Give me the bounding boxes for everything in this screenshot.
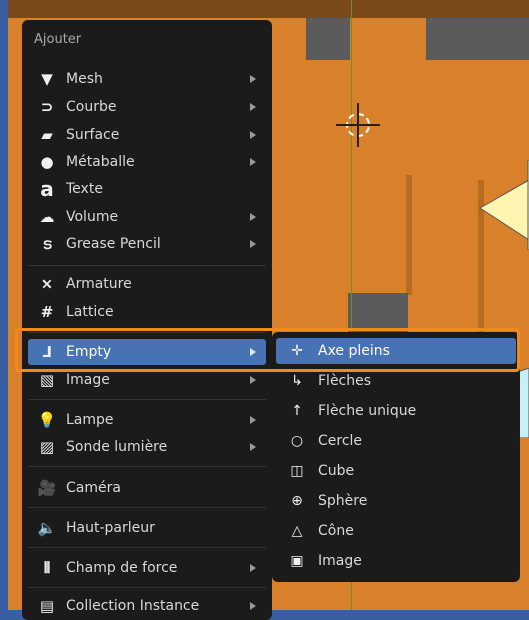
menu-item-label: Image bbox=[66, 372, 110, 388]
menu-item-label: Collection Instance bbox=[66, 598, 200, 614]
annotation-highlight-box bbox=[15, 328, 520, 372]
menu-item-label: Armature bbox=[66, 276, 132, 292]
menu-separator bbox=[28, 507, 266, 508]
submenu-item-sphere[interactable]: ⊕ Sphère bbox=[276, 488, 516, 514]
menu-item-light[interactable]: 💡 Lampe bbox=[28, 407, 266, 433]
arrows-icon: ↳ bbox=[291, 373, 303, 389]
menu-item-volume[interactable]: ☁ Volume bbox=[28, 204, 266, 230]
annotation-callout-yellow bbox=[479, 160, 529, 250]
submenu-arrow-icon bbox=[250, 75, 256, 83]
menu-separator bbox=[28, 466, 266, 467]
volume-icon: ☁ bbox=[39, 208, 55, 226]
submenu-item-label: Image bbox=[318, 553, 362, 569]
mesh-icon: ▼ bbox=[41, 70, 53, 88]
armature-icon: 🞫 bbox=[42, 275, 52, 293]
submenu-item-cone[interactable]: △ Cône bbox=[276, 518, 516, 544]
camera-icon: 🎥 bbox=[37, 479, 57, 497]
menu-item-label: Grease Pencil bbox=[66, 236, 161, 252]
menu-separator bbox=[28, 399, 266, 400]
lattice-icon: # bbox=[40, 303, 54, 321]
menu-separator bbox=[28, 587, 266, 588]
grease-pencil-icon: ട bbox=[42, 235, 52, 253]
menu-item-label: Lattice bbox=[66, 304, 114, 320]
viewport-gray-block bbox=[306, 18, 350, 60]
submenu-item-label: Cube bbox=[318, 463, 355, 479]
submenu-item-cube[interactable]: ◫ Cube bbox=[276, 458, 516, 484]
menu-item-label: Métaballe bbox=[66, 154, 135, 170]
submenu-arrow-icon bbox=[250, 131, 256, 139]
metaball-icon: ● bbox=[40, 153, 54, 171]
text-icon: a bbox=[40, 177, 54, 201]
submenu-item-label: Cône bbox=[318, 523, 354, 539]
menu-item-text[interactable]: a Texte bbox=[28, 176, 266, 202]
cube-icon: ◫ bbox=[290, 463, 304, 479]
submenu-arrow-icon bbox=[250, 416, 256, 424]
submenu-arrow-icon bbox=[250, 103, 256, 111]
menu-item-label: Volume bbox=[66, 209, 119, 225]
menu-item-label: Caméra bbox=[66, 480, 121, 496]
viewport-gray-block bbox=[426, 18, 529, 60]
menu-item-label: Courbe bbox=[66, 99, 117, 115]
surface-icon: ▰ bbox=[41, 126, 53, 144]
menu-item-lattice[interactable]: # Lattice bbox=[28, 299, 266, 325]
menu-item-label: Lampe bbox=[66, 412, 114, 428]
speaker-icon: 🔈 bbox=[37, 519, 57, 537]
menu-item-grease-pencil[interactable]: ട Grease Pencil bbox=[28, 231, 266, 257]
single-arrow-icon: ↑ bbox=[291, 403, 303, 419]
submenu-arrow-icon bbox=[250, 376, 256, 384]
submenu-arrow-icon bbox=[250, 564, 256, 572]
menu-item-label: Texte bbox=[66, 181, 103, 197]
menu-item-curve[interactable]: ⊃ Courbe bbox=[28, 94, 266, 120]
submenu-item-circle[interactable]: ○ Cercle bbox=[276, 428, 516, 454]
light-icon: 💡 bbox=[37, 411, 57, 429]
submenu-item-label: Sphère bbox=[318, 493, 368, 509]
light-probe-icon: ▨ bbox=[39, 438, 55, 456]
menu-item-mesh[interactable]: ▼ Mesh bbox=[28, 66, 266, 92]
menu-title: Ajouter bbox=[34, 32, 82, 47]
image-icon: ▣ bbox=[290, 553, 304, 569]
circle-icon: ○ bbox=[290, 433, 304, 449]
menu-separator bbox=[28, 265, 266, 266]
menu-item-label: Surface bbox=[66, 127, 120, 143]
curve-icon: ⊃ bbox=[40, 98, 54, 116]
menu-item-armature[interactable]: 🞫 Armature bbox=[28, 271, 266, 297]
viewport-top-band bbox=[8, 0, 529, 18]
viewport-shadow bbox=[406, 175, 412, 295]
submenu-item-single-arrow[interactable]: ↑ Flèche unique bbox=[276, 398, 516, 424]
menu-item-force-field[interactable]: ⦀ Champ de force bbox=[28, 555, 266, 581]
menu-item-collection-instance[interactable]: ▤ Collection Instance bbox=[28, 593, 266, 619]
sphere-icon: ⊕ bbox=[291, 493, 303, 509]
submenu-arrow-icon bbox=[250, 443, 256, 451]
menu-item-label: Mesh bbox=[66, 71, 103, 87]
submenu-arrow-icon bbox=[250, 240, 256, 248]
viewport-gray-block bbox=[348, 293, 408, 333]
image-icon: ▧ bbox=[39, 371, 55, 389]
submenu-item-image[interactable]: ▣ Image bbox=[276, 548, 516, 574]
menu-item-label: Sonde lumière bbox=[66, 439, 168, 455]
menu-item-speaker[interactable]: 🔈 Haut-parleur bbox=[28, 515, 266, 541]
menu-item-metaball[interactable]: ● Métaballe bbox=[28, 149, 266, 175]
force-field-icon: ⦀ bbox=[43, 559, 51, 577]
3d-cursor-icon[interactable] bbox=[336, 103, 380, 147]
cone-icon: △ bbox=[291, 523, 303, 539]
menu-item-label: Champ de force bbox=[66, 560, 178, 576]
submenu-arrow-icon bbox=[250, 158, 256, 166]
submenu-arrow-icon bbox=[250, 602, 256, 610]
collection-instance-icon: ▤ bbox=[39, 597, 55, 615]
add-menu: Ajouter ▼ Mesh ⊃ Courbe ▰ Surface ● Méta… bbox=[22, 20, 272, 620]
submenu-item-label: Flèches bbox=[318, 373, 372, 389]
menu-item-surface[interactable]: ▰ Surface bbox=[28, 122, 266, 148]
submenu-item-label: Cercle bbox=[318, 433, 363, 449]
menu-item-label: Haut-parleur bbox=[66, 520, 155, 536]
menu-item-camera[interactable]: 🎥 Caméra bbox=[28, 475, 266, 501]
submenu-arrow-icon bbox=[250, 213, 256, 221]
menu-item-light-probe[interactable]: ▨ Sonde lumière bbox=[28, 434, 266, 460]
menu-separator bbox=[28, 547, 266, 548]
submenu-item-label: Flèche unique bbox=[318, 403, 417, 419]
